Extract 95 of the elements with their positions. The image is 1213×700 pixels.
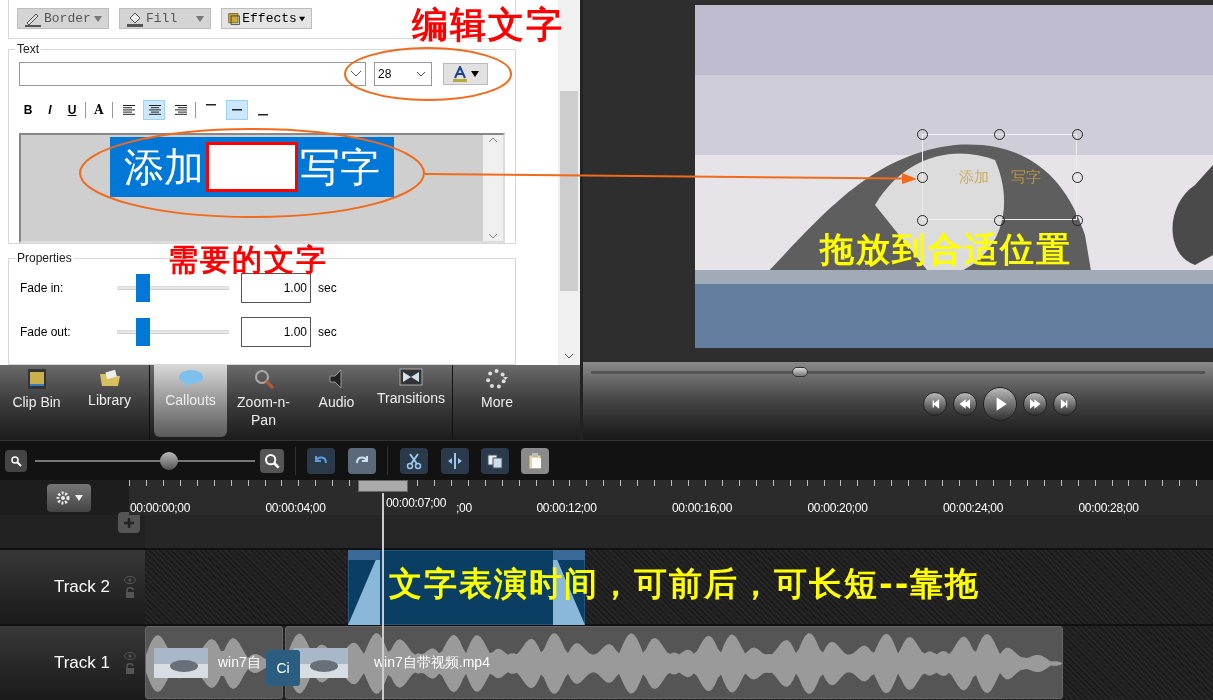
skip-forward-button[interactable]	[1053, 392, 1077, 416]
property-label: Fade in:	[20, 280, 65, 298]
paint-bucket-icon	[126, 10, 144, 27]
caret-icon	[74, 495, 83, 501]
time-label: 00:00:04;00	[265, 501, 326, 515]
panel-tab[interactable]: Clip Bin	[0, 365, 73, 440]
format-button[interactable]: U	[63, 101, 81, 120]
arrows-icon	[1028, 397, 1042, 411]
align-button[interactable]	[143, 100, 165, 121]
time-label: ;00	[456, 501, 472, 515]
align-lines-icon	[173, 103, 187, 118]
caret-icon	[94, 15, 102, 22]
scissors-icon	[405, 451, 423, 470]
line-icon	[232, 109, 242, 112]
playhead-handle[interactable]	[358, 480, 408, 492]
annotation-text: 编辑文字	[412, 6, 564, 42]
annotation-text: 文字表演时间，可前后，可长短--靠拖	[389, 567, 981, 600]
size-dropdown[interactable]: 28	[374, 62, 432, 87]
format-button[interactable]: A	[90, 101, 108, 120]
caret-icon	[196, 15, 204, 22]
skip-back-button[interactable]	[923, 392, 947, 416]
property-label: Fade out:	[20, 324, 72, 342]
font-dropdown[interactable]	[19, 62, 366, 87]
unit-label: sec	[318, 280, 337, 298]
line-icon	[258, 114, 268, 117]
caret-icon	[470, 71, 479, 78]
thumbnail	[154, 647, 208, 678]
scroll-down-icon[interactable]	[563, 351, 575, 361]
fast-forward-button[interactable]	[1023, 392, 1047, 416]
time-label: 00:00:24;00	[943, 501, 1004, 515]
panel-tab[interactable]: Transitions	[373, 365, 449, 440]
time-label: 00:00:16;00	[672, 501, 733, 515]
magnifier-icon	[252, 368, 275, 390]
split-icon	[446, 451, 464, 470]
effects-icon	[228, 10, 241, 27]
zoom-out-button[interactable]	[5, 449, 27, 472]
settings-button[interactable]	[46, 484, 91, 512]
zoom-thumb[interactable]	[160, 451, 179, 470]
toolbar-dropdown-button[interactable]: Effects	[221, 8, 312, 29]
align-lines-icon	[147, 103, 161, 118]
text-editor[interactable]: 添加 写字	[19, 133, 505, 244]
panel-tab[interactable]: Zoom-n-Pan	[227, 365, 300, 440]
clipboard-icon	[527, 451, 543, 470]
speech-bubble-icon	[177, 368, 204, 388]
panel-tab[interactable]: More	[457, 365, 537, 440]
redo-button[interactable]	[348, 447, 376, 474]
font-color-icon	[452, 66, 467, 83]
settings-icon	[54, 490, 71, 506]
add-track-button[interactable]	[118, 512, 140, 533]
zoom-in-button[interactable]	[260, 448, 284, 473]
search-icon	[264, 452, 280, 469]
copy-icon	[486, 452, 504, 469]
panel-tab[interactable]: Library	[73, 365, 146, 440]
slider-thumb[interactable]	[135, 274, 150, 303]
time-label: 00:00:00;00	[130, 501, 191, 515]
plus-icon	[123, 516, 135, 529]
toolbar-dropdown-button[interactable]: Fill	[119, 8, 211, 29]
rewind-button[interactable]	[953, 392, 977, 416]
clip-name: win7自	[218, 653, 261, 672]
search-icon	[10, 454, 22, 467]
slider-thumb[interactable]	[135, 318, 150, 347]
transition-icon	[399, 368, 423, 386]
time-label: 00:00:20;00	[807, 501, 868, 515]
selected-text: 添加	[124, 147, 204, 188]
selected-text: 写字	[300, 147, 380, 188]
format-button[interactable]: I	[41, 101, 59, 120]
undo-button[interactable]	[307, 447, 335, 474]
folder-icon	[97, 368, 122, 388]
cut-button[interactable]	[400, 447, 428, 474]
time-label: 00:00:28;00	[1078, 501, 1139, 515]
section-title: Properties	[15, 251, 74, 266]
format-button[interactable]: B	[19, 101, 37, 120]
play-button[interactable]	[983, 387, 1017, 421]
film-strip-icon	[25, 368, 48, 390]
align-lines-icon	[121, 103, 135, 118]
value-field[interactable]: 1.00	[241, 317, 311, 348]
scrub-thumb[interactable]	[791, 367, 808, 377]
annotation-text: 需要的文字	[168, 245, 328, 275]
scrollbar[interactable]	[483, 135, 503, 242]
copy-button[interactable]	[481, 447, 509, 474]
panel-tab[interactable]: Audio	[300, 365, 373, 440]
toolbar-dropdown-button[interactable]: Border	[17, 8, 109, 29]
split-button[interactable]	[441, 447, 469, 474]
track-name: Track 1	[53, 652, 110, 675]
track-name: Track 2	[53, 576, 110, 599]
time-label: 00:00:12;00	[536, 501, 597, 515]
transition-marker[interactable]: Ci	[266, 650, 300, 686]
dots-icon	[485, 368, 509, 390]
line-icon	[206, 104, 216, 107]
vertical-align-button[interactable]	[226, 100, 248, 121]
text-color-button[interactable]	[443, 63, 488, 86]
arrows-icon	[958, 397, 972, 411]
unit-label: sec	[318, 324, 337, 342]
paste-button[interactable]	[521, 447, 549, 474]
caret-icon	[298, 15, 305, 22]
